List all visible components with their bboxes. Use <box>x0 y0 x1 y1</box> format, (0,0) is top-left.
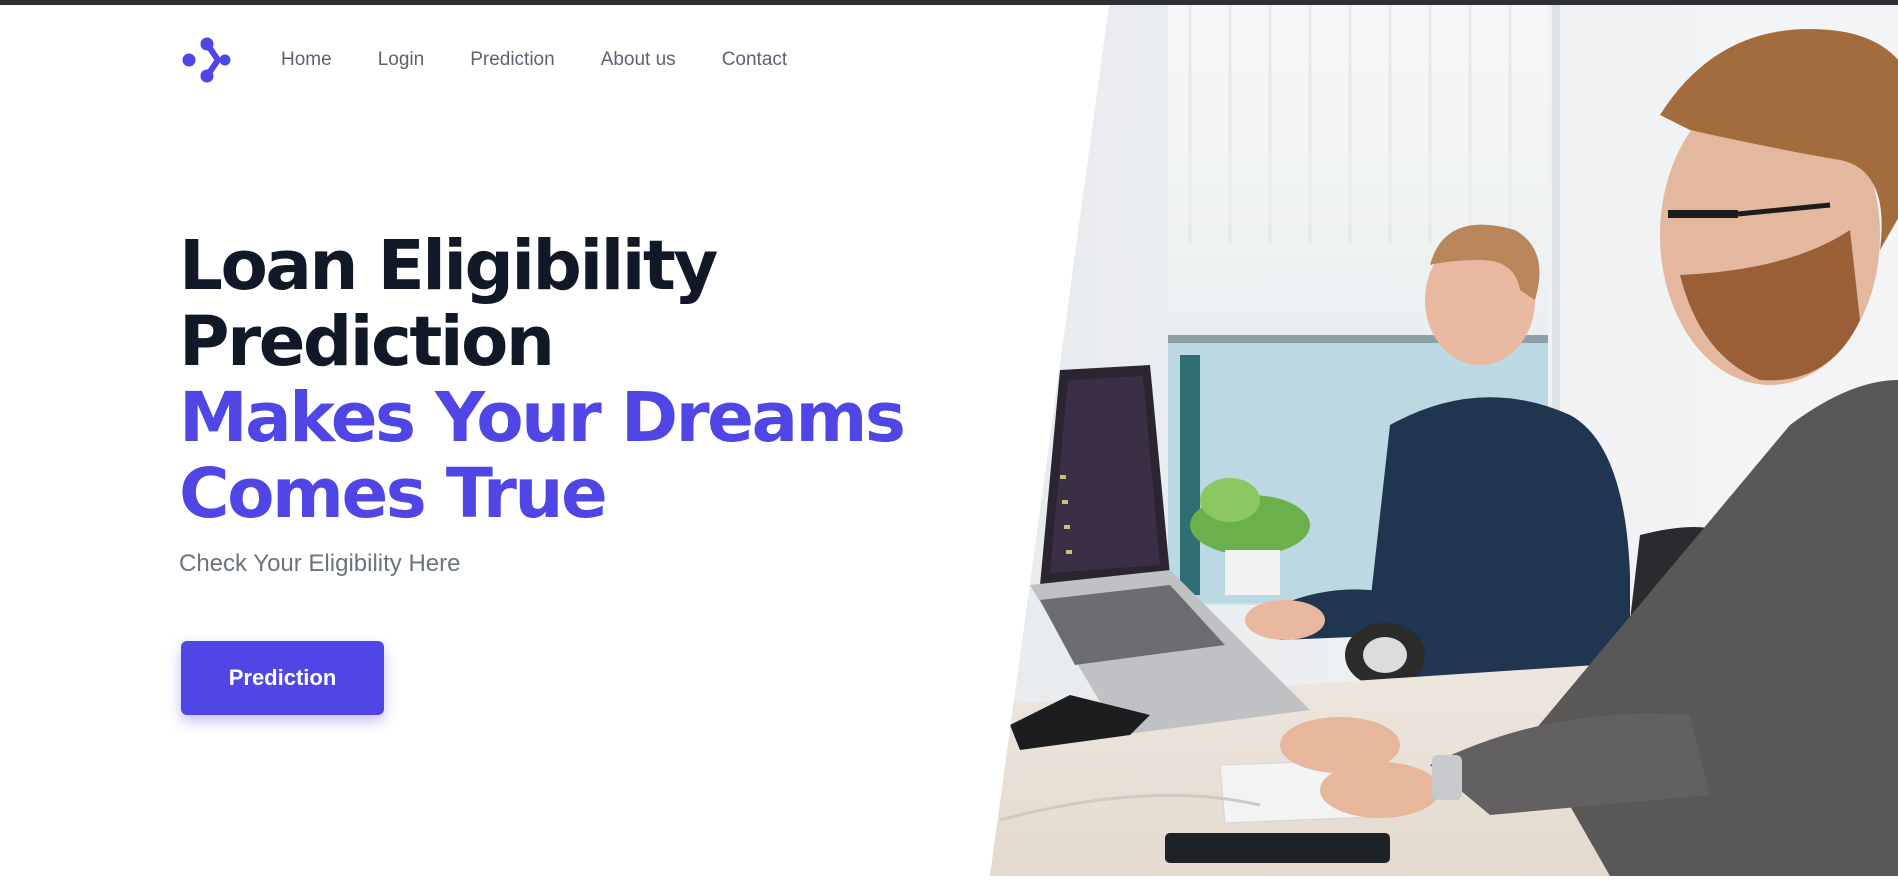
hero-title-line-1: Loan Eligibility <box>179 226 718 306</box>
top-navigation: Home Login Prediction About us Contact <box>181 30 833 90</box>
nav-link-home[interactable]: Home <box>281 49 332 71</box>
hero-subtitle: Check Your Eligibility Here <box>179 550 461 577</box>
hero-accent-line-1: Makes Your Dreams <box>179 378 906 458</box>
nav-link-about-us[interactable]: About us <box>601 49 676 71</box>
hero-title-line-2: Prediction <box>179 302 555 382</box>
molecule-logo-icon[interactable] <box>181 34 233 86</box>
nav-link-prediction[interactable]: Prediction <box>470 49 555 71</box>
hero-section: Loan Eligibility Prediction Makes Your D… <box>179 226 906 578</box>
prediction-cta-button[interactable]: Prediction <box>181 641 384 715</box>
nav-link-contact[interactable]: Contact <box>722 49 787 71</box>
hero-accent-line-2: Comes True <box>179 454 608 534</box>
nav-link-login[interactable]: Login <box>378 49 425 71</box>
window-top-border <box>0 0 1898 5</box>
